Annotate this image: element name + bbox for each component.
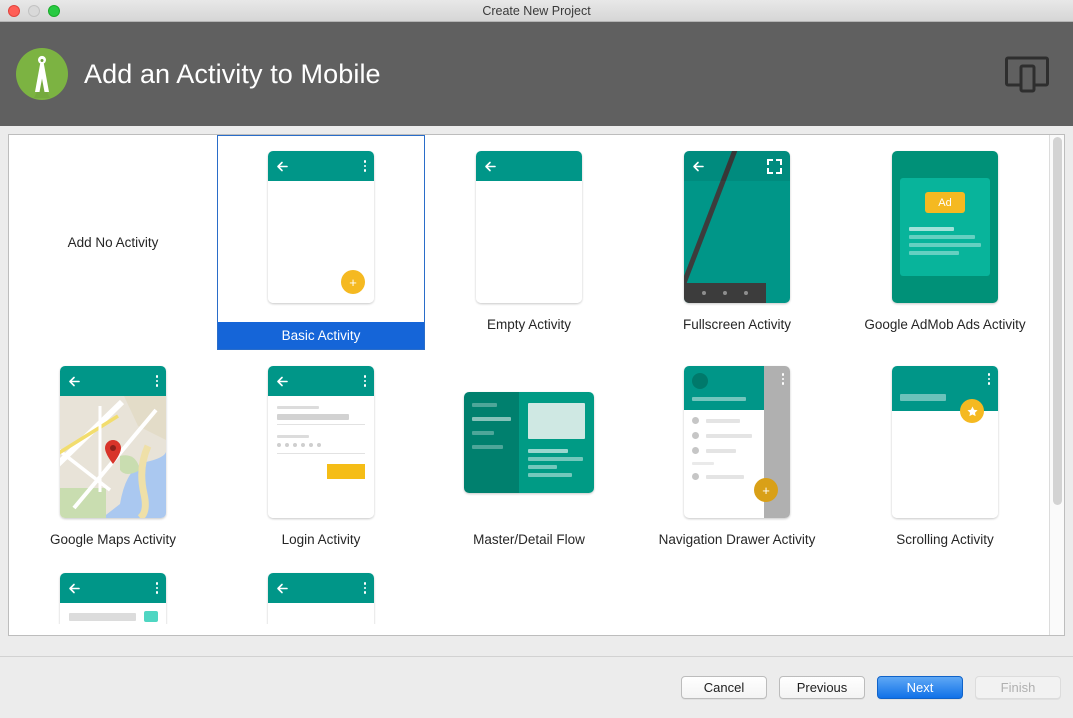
finish-button: Finish bbox=[975, 676, 1061, 699]
template-card-google-admob-ads-activity[interactable]: Ad Google AdMob Ads Activity bbox=[841, 135, 1049, 350]
template-thumbnail bbox=[476, 143, 582, 311]
drawer-header bbox=[684, 366, 764, 410]
template-grid-row-2: Google Maps Activity bbox=[9, 350, 1049, 565]
template-label: Google AdMob Ads Activity bbox=[842, 317, 1048, 332]
template-card-partial-3 bbox=[425, 565, 633, 625]
template-thumbnail bbox=[684, 143, 790, 311]
template-card-fullscreen-activity[interactable]: Fullscreen Activity bbox=[633, 135, 841, 350]
password-dots bbox=[277, 443, 365, 447]
overflow-menu-icon bbox=[364, 582, 367, 594]
template-label: Fullscreen Activity bbox=[634, 317, 840, 332]
previous-button[interactable]: Previous bbox=[779, 676, 865, 699]
template-card-empty-activity[interactable]: Empty Activity bbox=[425, 135, 633, 350]
template-thumbnail bbox=[464, 358, 594, 526]
template-chooser-area: Add No Activity + bbox=[0, 126, 1073, 656]
cancel-button[interactable]: Cancel bbox=[681, 676, 767, 699]
template-card-partial-2[interactable] bbox=[217, 565, 425, 625]
system-navigation-bar bbox=[684, 283, 766, 303]
email-field-label bbox=[277, 406, 319, 409]
detail-pane bbox=[519, 392, 594, 493]
map-marker-icon bbox=[104, 440, 122, 464]
list-item bbox=[692, 473, 764, 480]
template-card-add-no-activity[interactable]: Add No Activity bbox=[9, 135, 217, 350]
fullscreen-expand-icon bbox=[767, 159, 782, 174]
next-button[interactable]: Next bbox=[877, 676, 963, 699]
overflow-menu-icon bbox=[156, 582, 159, 594]
email-field-value bbox=[277, 414, 349, 420]
wizard-header: Add an Activity to Mobile bbox=[0, 22, 1073, 126]
list-item bbox=[692, 447, 764, 454]
master-list-pane bbox=[464, 392, 519, 493]
window-title: Create New Project bbox=[0, 4, 1073, 18]
template-card-scrolling-activity[interactable]: Scrolling Activity bbox=[841, 350, 1049, 565]
template-thumbnail: Ad bbox=[892, 143, 998, 311]
avatar bbox=[692, 373, 708, 389]
wizard-button-bar: Cancel Previous Next Finish bbox=[0, 656, 1073, 718]
template-thumbnail bbox=[268, 573, 374, 625]
overflow-menu-icon bbox=[156, 375, 159, 387]
overflow-menu-icon bbox=[988, 373, 991, 385]
template-label: Scrolling Activity bbox=[842, 532, 1048, 547]
back-arrow-icon bbox=[276, 375, 289, 388]
template-label: Add No Activity bbox=[10, 235, 216, 250]
template-card-basic-activity[interactable]: + Basic Activity bbox=[217, 135, 425, 350]
sign-in-button-shape bbox=[327, 464, 365, 479]
template-grid-row-1: Add No Activity + bbox=[9, 135, 1049, 350]
overflow-menu-icon bbox=[364, 375, 367, 387]
back-arrow-icon bbox=[276, 160, 289, 173]
drawer-menu-list bbox=[684, 410, 764, 480]
template-label: Empty Activity bbox=[426, 317, 632, 332]
template-card-partial-4 bbox=[633, 565, 841, 625]
template-thumbnail bbox=[60, 573, 166, 625]
floating-action-button-icon: + bbox=[754, 478, 778, 502]
template-scroll-panel[interactable]: Add No Activity + bbox=[8, 134, 1065, 636]
template-thumbnail: + bbox=[684, 358, 790, 526]
vertical-scrollbar[interactable] bbox=[1049, 135, 1064, 635]
window-title-bar: Create New Project bbox=[0, 0, 1073, 22]
template-card-partial-1[interactable] bbox=[9, 565, 217, 625]
template-thumbnail: + bbox=[268, 143, 374, 311]
password-field-label bbox=[277, 435, 309, 438]
template-label: Login Activity bbox=[218, 532, 424, 547]
android-studio-logo-icon bbox=[14, 46, 70, 102]
ad-badge: Ad bbox=[925, 192, 965, 213]
list-item bbox=[692, 432, 764, 439]
back-arrow-icon bbox=[484, 160, 497, 173]
template-label: Master/Detail Flow bbox=[426, 532, 632, 547]
page-title: Add an Activity to Mobile bbox=[84, 59, 381, 90]
template-card-navigation-drawer-activity[interactable]: + Navigation Drawer Activity bbox=[633, 350, 841, 565]
template-label: Basic Activity bbox=[218, 322, 424, 349]
template-card-master-detail-flow[interactable]: Master/Detail Flow bbox=[425, 350, 633, 565]
list-item bbox=[692, 417, 764, 424]
floating-action-button-icon bbox=[960, 399, 984, 423]
template-grid-row-3 bbox=[9, 565, 1049, 625]
template-card-login-activity[interactable]: Login Activity bbox=[217, 350, 425, 565]
back-arrow-icon bbox=[276, 582, 289, 595]
scrollbar-thumb[interactable] bbox=[1053, 137, 1062, 505]
template-thumbnail bbox=[892, 358, 998, 526]
overflow-menu-icon bbox=[364, 160, 367, 172]
back-arrow-icon bbox=[68, 375, 81, 388]
template-card-partial-5 bbox=[841, 565, 1049, 625]
template-thumbnail bbox=[60, 358, 166, 526]
template-label: Navigation Drawer Activity bbox=[634, 532, 840, 547]
floating-action-button-icon: + bbox=[341, 270, 365, 294]
template-thumbnail bbox=[268, 358, 374, 526]
template-card-google-maps-activity[interactable]: Google Maps Activity bbox=[9, 350, 217, 565]
back-arrow-icon bbox=[692, 160, 705, 173]
template-label: Google Maps Activity bbox=[10, 532, 216, 547]
back-arrow-icon bbox=[68, 582, 81, 595]
device-preview-icon[interactable] bbox=[1005, 55, 1049, 93]
overflow-menu-icon bbox=[782, 373, 785, 385]
